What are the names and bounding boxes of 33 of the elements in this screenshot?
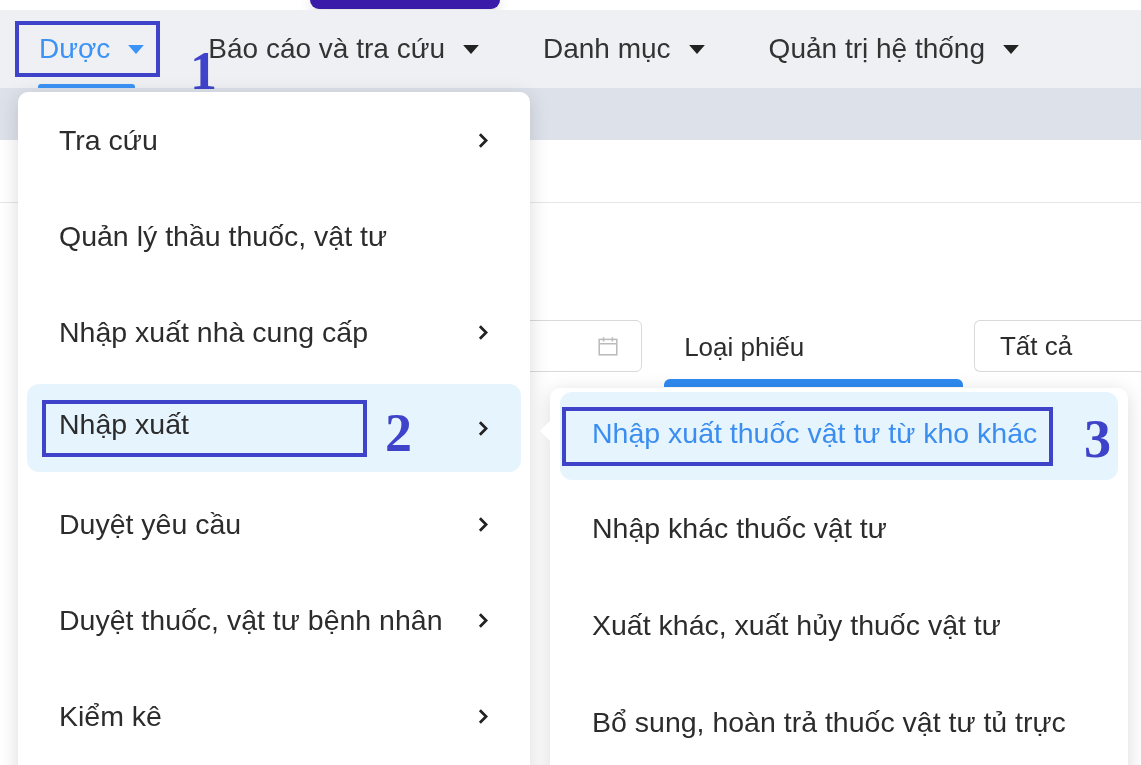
- menu-item[interactable]: Duyệt yêu cầu: [27, 476, 521, 572]
- menu-item-label: Quản lý thầu thuốc, vật tư: [59, 219, 387, 253]
- menu-item-label: Nhập xuất: [59, 407, 189, 440]
- menu-item-label: Xuất khác, xuất hủy thuốc vật tư: [592, 609, 1001, 642]
- menu-item[interactable]: Kiểm kê: [27, 668, 521, 764]
- menu-item-label: Nhập xuất nhà cung cấp: [59, 315, 368, 349]
- caret-icon: [128, 44, 145, 54]
- caret-icon: [1003, 44, 1019, 54]
- menu-item[interactable]: Nhập xuất nhà cung cấp: [27, 284, 521, 380]
- nav-menu-item[interactable]: Quản trị hệ thống: [768, 33, 1019, 65]
- menu-item-label: Bổ sung, hoàn trả thuốc vật tư tủ trực: [592, 706, 1066, 739]
- filter-label: Loại phiếu: [683, 331, 806, 364]
- menu-item-label: Duyệt yêu cầu: [59, 507, 242, 541]
- menu-item[interactable]: Duyệt thuốc, vật tư bệnh nhân: [27, 572, 521, 668]
- submenu-item[interactable]: Bổ sung, hoàn trả thuốc vật tư tủ trực: [560, 674, 1118, 765]
- caret-icon: [688, 44, 705, 54]
- menu-item[interactable]: Nhập xuất 2: [27, 384, 521, 472]
- menu-item-label: Duyệt thuốc, vật tư bệnh nhân: [59, 603, 443, 637]
- step-number: 2: [385, 406, 412, 460]
- submenu-item[interactable]: Xuất khác, xuất hủy thuốc vật tư: [560, 577, 1118, 674]
- menu-item-label: Kiểm kê: [59, 699, 162, 733]
- nav-menu-item[interactable]: Danh mục: [543, 33, 705, 65]
- menu-item-label: Nhập khác thuốc vật tư: [592, 512, 887, 545]
- step-number: 3: [1084, 412, 1111, 466]
- caret-icon: [463, 44, 479, 54]
- menu-item[interactable]: Tra cứu: [27, 92, 521, 188]
- submenu-item[interactable]: Nhập xuất thuốc vật tư từ kho khác 3: [560, 392, 1118, 480]
- menu-item-label: Nhập xuất thuốc vật tư từ kho khác: [592, 416, 1038, 449]
- calendar-icon: [597, 335, 620, 357]
- select-field[interactable]: Tất cả: [973, 320, 1141, 372]
- submenu-item[interactable]: Nhập khác thuốc vật tư: [560, 480, 1118, 577]
- menu-item[interactable]: Quản lý thầu thuốc, vật tư: [27, 188, 521, 284]
- menu-item-label: Tra cứu: [59, 123, 158, 157]
